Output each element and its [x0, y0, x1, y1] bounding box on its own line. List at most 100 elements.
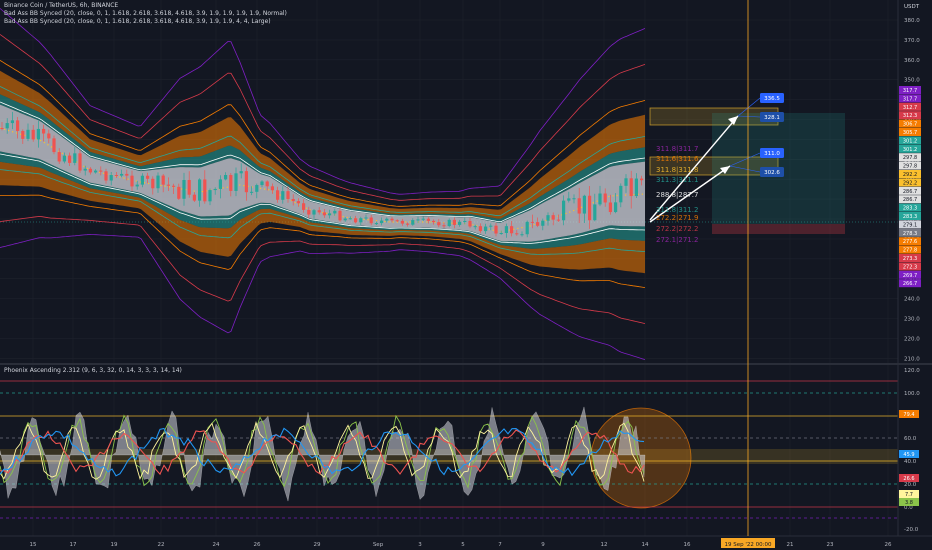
- symbol-title[interactable]: Binance Coin / TetherUS, 6h, BINANCE: [4, 2, 118, 10]
- candle-body[interactable]: [307, 209, 311, 215]
- candle-body[interactable]: [572, 198, 576, 200]
- candle-body[interactable]: [187, 179, 191, 195]
- candle-body[interactable]: [400, 220, 404, 224]
- candle-body[interactable]: [515, 233, 519, 235]
- candle-body[interactable]: [551, 215, 555, 220]
- candle-body[interactable]: [380, 220, 384, 224]
- candle-body[interactable]: [421, 218, 425, 220]
- candle-body[interactable]: [416, 219, 420, 221]
- candle-body[interactable]: [333, 210, 337, 214]
- candle-body[interactable]: [432, 220, 436, 223]
- candle-body[interactable]: [395, 220, 399, 222]
- candle-body[interactable]: [146, 175, 150, 179]
- candle-body[interactable]: [504, 226, 508, 234]
- candle-body[interactable]: [634, 178, 638, 197]
- candle-body[interactable]: [104, 171, 108, 181]
- candle-body[interactable]: [510, 226, 514, 234]
- candle-body[interactable]: [567, 198, 571, 201]
- oscillator-legend[interactable]: Phoenix Ascending 2.312 (9, 6, 3, 32, 0,…: [4, 367, 182, 375]
- candle-body[interactable]: [328, 213, 332, 216]
- candle-body[interactable]: [0, 128, 4, 129]
- candle-body[interactable]: [239, 171, 243, 174]
- candle-body[interactable]: [88, 168, 92, 173]
- candle-body[interactable]: [614, 202, 618, 213]
- candle-body[interactable]: [229, 175, 233, 191]
- candle-body[interactable]: [296, 201, 300, 204]
- long-position-stop-zone[interactable]: [712, 224, 845, 234]
- candle-body[interactable]: [322, 212, 326, 216]
- candle-body[interactable]: [198, 179, 202, 201]
- candle-body[interactable]: [608, 202, 612, 213]
- candle-body[interactable]: [390, 218, 394, 221]
- candle-body[interactable]: [265, 181, 269, 187]
- candle-body[interactable]: [291, 198, 295, 202]
- candle-body[interactable]: [140, 175, 144, 185]
- candle-body[interactable]: [411, 220, 415, 225]
- candle-body[interactable]: [484, 226, 488, 232]
- candle-body[interactable]: [31, 129, 35, 140]
- candle-body[interactable]: [161, 175, 165, 185]
- candle-body[interactable]: [494, 225, 498, 234]
- candle-body[interactable]: [192, 194, 196, 201]
- candle-body[interactable]: [593, 204, 597, 221]
- candle-body[interactable]: [364, 217, 368, 219]
- candle-body[interactable]: [385, 218, 389, 221]
- candle-body[interactable]: [177, 186, 181, 199]
- candle-body[interactable]: [629, 178, 633, 197]
- candle-body[interactable]: [276, 190, 280, 200]
- candle-body[interactable]: [442, 225, 446, 227]
- candle-body[interactable]: [26, 129, 30, 139]
- candle-body[interactable]: [125, 173, 129, 176]
- candle-body[interactable]: [21, 130, 25, 139]
- candle-body[interactable]: [218, 179, 222, 189]
- chart-window[interactable]: 311.8|311.7 311.6|311.6 311.8|311.8 311.3|3…: [0, 0, 932, 550]
- candle-body[interactable]: [478, 226, 482, 232]
- candle-body[interactable]: [5, 123, 9, 129]
- candle-body[interactable]: [458, 221, 462, 225]
- candle-body[interactable]: [343, 218, 347, 221]
- candle-body[interactable]: [463, 220, 467, 222]
- candle-body[interactable]: [437, 222, 441, 226]
- candle-body[interactable]: [62, 155, 66, 162]
- candle-body[interactable]: [541, 220, 545, 226]
- candle-body[interactable]: [302, 203, 306, 210]
- candle-body[interactable]: [525, 221, 529, 235]
- candle-body[interactable]: [354, 218, 358, 223]
- candle-body[interactable]: [447, 219, 451, 227]
- price-chart[interactable]: 311.8|311.7 311.6|311.6 311.8|311.8 311.3|3…: [0, 0, 932, 550]
- candle-body[interactable]: [151, 178, 155, 189]
- candle-body[interactable]: [312, 210, 316, 215]
- candle-body[interactable]: [114, 175, 118, 177]
- candle-body[interactable]: [619, 185, 623, 203]
- candle-body[interactable]: [234, 173, 238, 191]
- indicator-legend-2[interactable]: Bad Ass BB Synced (20, close, 0, 1, 1.61…: [4, 18, 271, 26]
- candle-body[interactable]: [52, 138, 56, 153]
- candle-body[interactable]: [255, 185, 259, 192]
- candle-body[interactable]: [130, 175, 134, 187]
- candle-body[interactable]: [406, 223, 410, 225]
- candle-body[interactable]: [94, 170, 98, 173]
- candle-body[interactable]: [317, 210, 321, 213]
- candle-body[interactable]: [468, 220, 472, 227]
- candle-body[interactable]: [203, 179, 207, 202]
- candle-body[interactable]: [281, 191, 285, 200]
- candle-body[interactable]: [348, 218, 352, 220]
- candle-body[interactable]: [598, 193, 602, 205]
- candle-body[interactable]: [250, 191, 254, 193]
- candle-body[interactable]: [83, 168, 87, 171]
- candle-body[interactable]: [588, 195, 592, 221]
- candle-body[interactable]: [73, 153, 77, 163]
- candle-body[interactable]: [286, 191, 290, 199]
- candle-body[interactable]: [10, 120, 14, 124]
- candle-body[interactable]: [556, 219, 560, 221]
- candle-body[interactable]: [562, 200, 566, 221]
- candle-body[interactable]: [270, 186, 274, 191]
- candle-body[interactable]: [520, 234, 524, 236]
- candle-body[interactable]: [156, 175, 160, 189]
- candle-body[interactable]: [109, 175, 113, 181]
- candle-body[interactable]: [213, 188, 217, 191]
- candle-body[interactable]: [42, 128, 46, 134]
- candle-body[interactable]: [16, 120, 20, 131]
- candle-body[interactable]: [182, 179, 186, 199]
- candle-body[interactable]: [57, 152, 61, 162]
